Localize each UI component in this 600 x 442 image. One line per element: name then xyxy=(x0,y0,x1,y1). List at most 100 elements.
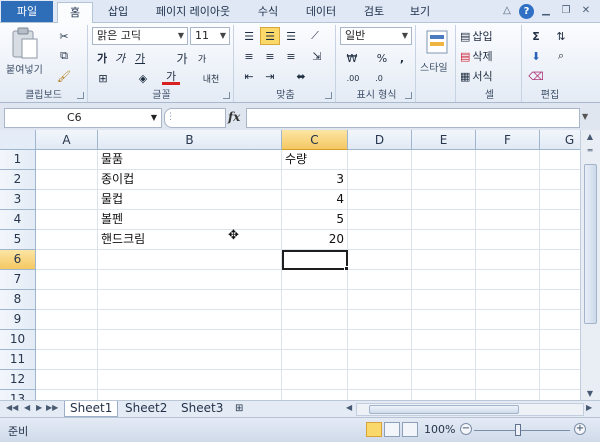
select-all-corner[interactable] xyxy=(0,130,36,150)
prev-sheet-icon[interactable]: ◀ xyxy=(24,403,30,412)
zoom-in-icon[interactable]: + xyxy=(574,423,586,435)
cell-a6[interactable] xyxy=(36,250,98,270)
cell-e8[interactable] xyxy=(412,290,476,310)
delete-cells-button[interactable]: ▤ 삭제 xyxy=(460,47,518,65)
name-box[interactable]: C6 ▼ xyxy=(4,108,162,128)
tab-data[interactable]: 데이터 xyxy=(296,2,346,23)
row-header-5[interactable]: 5 xyxy=(0,230,36,250)
cell-b5[interactable]: 핸드크림 xyxy=(98,230,282,250)
align-middle-icon[interactable]: ☰ xyxy=(260,27,280,45)
orientation-icon[interactable]: ⟋ xyxy=(306,27,324,45)
tab-page-layout[interactable]: 페이지 레이아웃 xyxy=(146,2,240,23)
cell-d3[interactable] xyxy=(348,190,412,210)
cut-icon[interactable]: ✂ xyxy=(54,27,74,45)
sheet-tab-sheet2[interactable]: Sheet2 xyxy=(120,401,172,417)
cell-a3[interactable] xyxy=(36,190,98,210)
cell-f11[interactable] xyxy=(476,350,540,370)
cell-c2[interactable]: 3 xyxy=(282,170,348,190)
percent-button[interactable]: % xyxy=(374,49,390,67)
cell-f7[interactable] xyxy=(476,270,540,290)
cell-b11[interactable] xyxy=(98,350,282,370)
cell-e6[interactable] xyxy=(412,250,476,270)
cell-b6[interactable] xyxy=(98,250,282,270)
row-header-2[interactable]: 2 xyxy=(0,170,36,190)
row-header-4[interactable]: 4 xyxy=(0,210,36,230)
cell-c5[interactable]: 20 xyxy=(282,230,348,250)
row-header-11[interactable]: 11 xyxy=(0,350,36,370)
row-header-10[interactable]: 10 xyxy=(0,330,36,350)
cell-a7[interactable] xyxy=(36,270,98,290)
cell-e12[interactable] xyxy=(412,370,476,390)
underline-button[interactable]: 가 xyxy=(132,49,148,67)
split-box-icon[interactable]: ═ xyxy=(583,146,597,155)
cell-e13[interactable] xyxy=(412,390,476,400)
insert-cells-button[interactable]: ▤ 삽입 xyxy=(460,27,518,45)
expand-formula-bar-icon[interactable]: ▼ xyxy=(582,112,588,121)
styles-label[interactable]: 스타일 xyxy=(420,59,448,74)
scroll-left-icon[interactable]: ◀ xyxy=(346,403,352,412)
tab-view[interactable]: 보기 xyxy=(400,2,440,23)
cell-f13[interactable] xyxy=(476,390,540,400)
column-header-f[interactable]: F xyxy=(476,130,540,150)
cell-c6[interactable] xyxy=(282,250,348,270)
column-header-d[interactable]: D xyxy=(348,130,412,150)
cell-b2[interactable]: 종이컵 xyxy=(98,170,282,190)
copy-icon[interactable]: ⧉ xyxy=(54,47,74,65)
minimize-icon[interactable]: ▁ xyxy=(538,4,554,18)
vertical-scroll-thumb[interactable] xyxy=(584,164,597,324)
cell-e9[interactable] xyxy=(412,310,476,330)
cell-d10[interactable] xyxy=(348,330,412,350)
horizontal-scrollbar[interactable] xyxy=(356,403,584,416)
row-header-7[interactable]: 7 xyxy=(0,270,36,290)
autosum-button[interactable]: Σ xyxy=(526,27,546,45)
cell-a2[interactable] xyxy=(36,170,98,190)
cell-d9[interactable] xyxy=(348,310,412,330)
decrease-decimal-icon[interactable]: .0 xyxy=(368,69,390,87)
normal-view-icon[interactable] xyxy=(366,422,382,437)
cell-c8[interactable] xyxy=(282,290,348,310)
column-header-c[interactable]: C xyxy=(282,130,348,150)
sheet-tab-sheet3[interactable]: Sheet3 xyxy=(176,401,228,417)
cell-e2[interactable] xyxy=(412,170,476,190)
tab-home[interactable]: 홈 xyxy=(57,2,93,24)
align-left-icon[interactable]: ≡ xyxy=(240,47,258,65)
bold-button[interactable]: 가 xyxy=(94,49,110,67)
number-launcher-icon[interactable] xyxy=(405,92,412,99)
wrap-text-icon[interactable]: ⇲ xyxy=(306,47,328,65)
column-header-e[interactable]: E xyxy=(412,130,476,150)
cell-a1[interactable] xyxy=(36,150,98,170)
fill-icon[interactable]: ⬇ xyxy=(526,47,546,65)
cell-d13[interactable] xyxy=(348,390,412,400)
cell-b4[interactable]: 볼펜 xyxy=(98,210,282,230)
cell-g3[interactable] xyxy=(540,190,580,210)
increase-indent-icon[interactable]: ⇥ xyxy=(260,67,280,85)
vertical-scrollbar[interactable]: ▲ ═ ▼ xyxy=(580,130,600,400)
styles-icon[interactable] xyxy=(425,29,449,55)
cell-d4[interactable] xyxy=(348,210,412,230)
tab-review[interactable]: 검토 xyxy=(354,2,394,23)
insert-function-button[interactable]: fx xyxy=(228,110,240,124)
row-header-9[interactable]: 9 xyxy=(0,310,36,330)
cell-f2[interactable] xyxy=(476,170,540,190)
tab-formulas[interactable]: 수식 xyxy=(248,2,288,23)
cell-g9[interactable] xyxy=(540,310,580,330)
grow-font-button[interactable]: 가 xyxy=(174,49,190,67)
paste-label[interactable]: 붙여넣기 xyxy=(6,61,43,76)
cell-c4[interactable]: 5 xyxy=(282,210,348,230)
cell-e11[interactable] xyxy=(412,350,476,370)
row-header-12[interactable]: 12 xyxy=(0,370,36,390)
cell-b1[interactable]: 물품 xyxy=(98,150,282,170)
zoom-slider[interactable] xyxy=(474,430,570,431)
decrease-indent-icon[interactable]: ⇤ xyxy=(240,67,258,85)
cell-a11[interactable] xyxy=(36,350,98,370)
column-header-b[interactable]: B xyxy=(98,130,282,150)
italic-button[interactable]: 가 xyxy=(112,49,128,67)
tab-file[interactable]: 파일 xyxy=(1,1,53,22)
clipboard-launcher-icon[interactable] xyxy=(77,92,84,99)
cell-b13[interactable] xyxy=(98,390,282,400)
cell-e1[interactable] xyxy=(412,150,476,170)
cell-e5[interactable] xyxy=(412,230,476,250)
clear-icon[interactable]: ⌫ xyxy=(526,67,546,85)
cell-g1[interactable] xyxy=(540,150,580,170)
cell-g2[interactable] xyxy=(540,170,580,190)
